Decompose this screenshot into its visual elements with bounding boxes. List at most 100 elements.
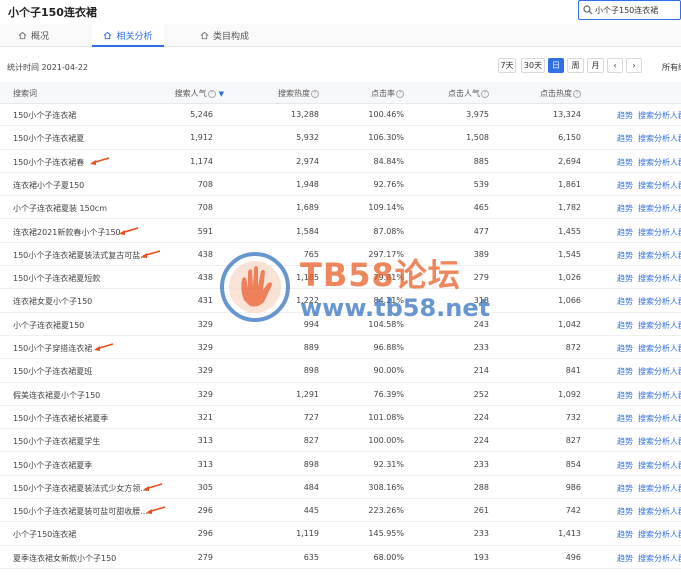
search-analysis-link[interactable]: 搜索分析: [638, 110, 670, 121]
crowd-analysis-link[interactable]: 人群分析: [670, 157, 681, 168]
crowd-analysis-link[interactable]: 人群分析: [670, 343, 681, 354]
tab-category-composition[interactable]: 类目构成: [200, 24, 270, 46]
period-day-button[interactable]: 日: [548, 58, 564, 73]
crowd-analysis-link[interactable]: 人群分析: [670, 460, 681, 471]
crowd-analysis-link[interactable]: 人群分析: [670, 203, 681, 214]
search-pop-cell: 1,912: [190, 133, 213, 143]
col-search-pop[interactable]: 搜索人气? ▼: [175, 88, 224, 99]
tab-related-analysis[interactable]: 相关分析: [92, 24, 164, 47]
search-pop-cell: 296: [197, 529, 213, 539]
crowd-analysis-link[interactable]: 人群分析: [670, 273, 681, 284]
sort-down-icon[interactable]: ▼: [219, 90, 224, 98]
search-analysis-link[interactable]: 搜索分析: [638, 133, 670, 144]
crowd-analysis-link[interactable]: 人群分析: [670, 320, 681, 331]
crowd-analysis-link[interactable]: 人群分析: [670, 436, 681, 447]
table-row: 150小个子连衣裙夏季 313 898 92.31% 233 854 趋势搜索分析人群分析: [0, 453, 681, 476]
search-pop-cell: 313: [197, 459, 213, 469]
period-7d-button[interactable]: 7天: [498, 58, 516, 73]
crowd-analysis-link[interactable]: 人群分析: [670, 483, 681, 494]
col-search-heat[interactable]: 搜索热度?: [278, 88, 319, 99]
trend-link[interactable]: 趋势: [617, 320, 633, 331]
table-row: 连衣裙2021新款春小个子150 591 1,584 87.08% 477 1,455 趋势…: [0, 220, 681, 243]
click-pop-cell: 477: [473, 226, 489, 236]
trend-link[interactable]: 趋势: [617, 413, 633, 424]
crowd-analysis-link[interactable]: 人群分析: [670, 227, 681, 238]
crowd-analysis-link[interactable]: 人群分析: [670, 413, 681, 424]
prev-period-button[interactable]: ‹: [607, 58, 623, 73]
search-pop-cell: 329: [197, 343, 213, 352]
crowd-analysis-link[interactable]: 人群分析: [670, 506, 681, 517]
crowd-analysis-link[interactable]: 人群分析: [670, 553, 681, 564]
search-analysis-link[interactable]: 搜索分析: [638, 506, 670, 517]
search-heat-cell: 898: [303, 366, 319, 376]
search-analysis-link[interactable]: 搜索分析: [638, 529, 670, 540]
trend-link[interactable]: 趋势: [617, 203, 633, 214]
crowd-analysis-link[interactable]: 人群分析: [670, 110, 681, 121]
col-click-pop[interactable]: 点击人气?: [448, 88, 489, 99]
trend-link[interactable]: 趋势: [617, 343, 633, 354]
trend-link[interactable]: 趋势: [617, 273, 633, 284]
search-analysis-link[interactable]: 搜索分析: [638, 366, 670, 377]
search-analysis-link[interactable]: 搜索分析: [638, 203, 670, 214]
search-analysis-link[interactable]: 搜索分析: [638, 296, 670, 307]
trend-link[interactable]: 趋势: [617, 366, 633, 377]
search-analysis-link[interactable]: 搜索分析: [638, 250, 670, 261]
keyword-cell: 小个子连衣裙夏装 150cm: [13, 204, 108, 214]
device-select[interactable]: 所有终端: [662, 62, 681, 73]
crowd-analysis-link[interactable]: 人群分析: [670, 366, 681, 377]
click-heat-cell: 1,026: [558, 273, 581, 283]
search-analysis-link[interactable]: 搜索分析: [638, 483, 670, 494]
trend-link[interactable]: 趋势: [617, 296, 633, 307]
search-analysis-link[interactable]: 搜索分析: [638, 436, 670, 447]
trend-link[interactable]: 趋势: [617, 529, 633, 540]
keyword-cell: 150小个子连衣裙夏: [13, 134, 85, 144]
search-analysis-link[interactable]: 搜索分析: [638, 460, 670, 471]
crowd-analysis-link[interactable]: 人群分析: [670, 250, 681, 261]
trend-link[interactable]: 趋势: [617, 436, 633, 447]
annotation-arrow-icon: [90, 156, 110, 165]
trend-link[interactable]: 趋势: [617, 506, 633, 517]
trend-link[interactable]: 趋势: [617, 157, 633, 168]
search-analysis-link[interactable]: 搜索分析: [638, 227, 670, 238]
trend-link[interactable]: 趋势: [617, 133, 633, 144]
col-ctr[interactable]: 点击率?: [371, 88, 404, 99]
search-analysis-link[interactable]: 搜索分析: [638, 320, 670, 331]
crowd-analysis-link[interactable]: 人群分析: [670, 529, 681, 540]
page-title: 小个子150连衣裙: [8, 6, 97, 19]
period-month-button[interactable]: 月: [587, 58, 604, 73]
period-30d-button[interactable]: 30天: [521, 58, 545, 73]
crowd-analysis-link[interactable]: 人群分析: [670, 390, 681, 401]
click-pop-cell: 193: [473, 552, 489, 562]
click-pop-cell: 233: [473, 459, 489, 469]
search-analysis-link[interactable]: 搜索分析: [638, 553, 670, 564]
search-analysis-link[interactable]: 搜索分析: [638, 390, 670, 401]
tab-bar: 概况 相关分析 类目构成: [0, 24, 681, 47]
search-analysis-link[interactable]: 搜索分析: [638, 273, 670, 284]
search-analysis-link[interactable]: 搜索分析: [638, 343, 670, 354]
trend-link[interactable]: 趋势: [617, 250, 633, 261]
trend-link[interactable]: 趋势: [617, 110, 633, 121]
search-input[interactable]: [595, 2, 681, 18]
search-analysis-link[interactable]: 搜索分析: [638, 157, 670, 168]
next-period-button[interactable]: ›: [626, 58, 642, 73]
trend-link[interactable]: 趋势: [617, 460, 633, 471]
annotation-arrow-icon: [141, 250, 161, 258]
ctr-cell: 76.39%: [373, 389, 404, 399]
trend-link[interactable]: 趋势: [617, 227, 633, 238]
ctr-cell: 90.00%: [373, 366, 404, 376]
click-heat-cell: 872: [565, 343, 581, 352]
crowd-analysis-link[interactable]: 人群分析: [670, 296, 681, 307]
search-pop-cell: 321: [197, 412, 213, 422]
trend-link[interactable]: 趋势: [617, 483, 633, 494]
trend-link[interactable]: 趋势: [617, 553, 633, 564]
search-analysis-link[interactable]: 搜索分析: [638, 180, 670, 191]
search-box[interactable]: [578, 0, 681, 20]
period-week-button[interactable]: 周: [567, 58, 584, 73]
crowd-analysis-link[interactable]: 人群分析: [670, 180, 681, 191]
col-click-heat[interactable]: 点击热度?: [540, 88, 581, 99]
search-analysis-link[interactable]: 搜索分析: [638, 413, 670, 424]
tab-overview[interactable]: 概况: [18, 24, 78, 46]
trend-link[interactable]: 趋势: [617, 180, 633, 191]
crowd-analysis-link[interactable]: 人群分析: [670, 133, 681, 144]
trend-link[interactable]: 趋势: [617, 390, 633, 401]
